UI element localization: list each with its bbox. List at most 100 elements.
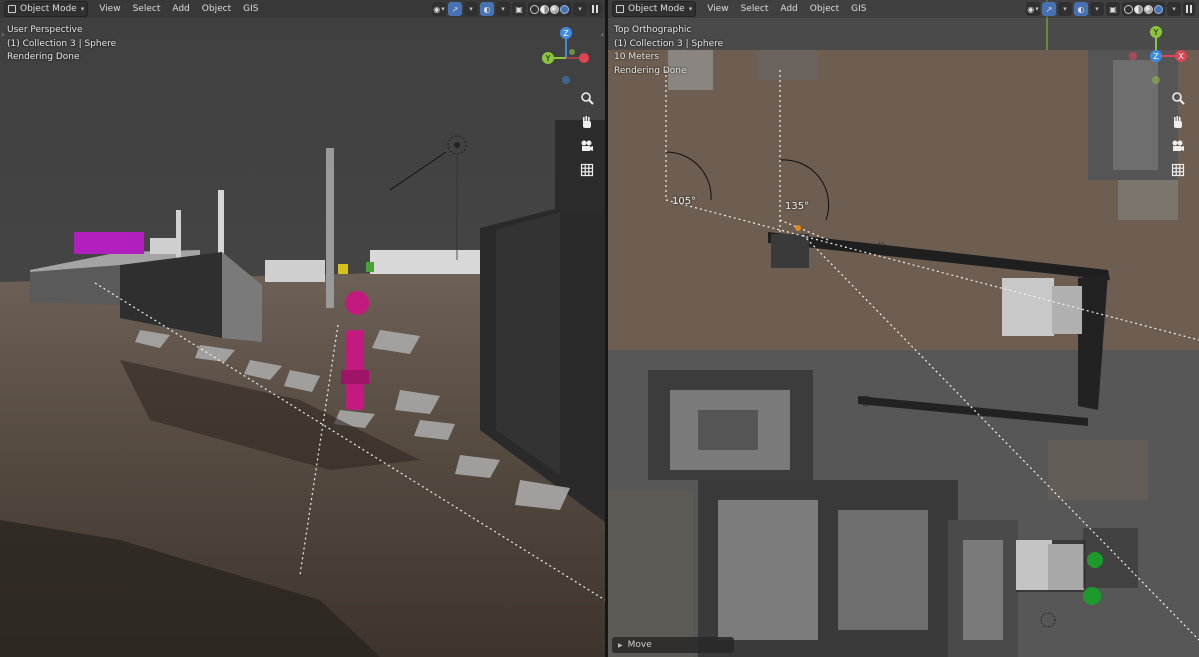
camera-view-button[interactable] [1170,138,1186,154]
ortho-toggle-button[interactable] [1170,162,1186,178]
mode-dropdown[interactable]: Object Mode ▾ [612,1,697,17]
view-object-types-button[interactable]: ◉ ▾ [1026,2,1040,16]
pan-button[interactable] [1170,114,1186,130]
menu-select[interactable]: Select [736,2,774,16]
active-collection: (1) Collection 3 | Sphere [614,38,724,49]
zoom-button[interactable] [579,90,595,106]
view-object-types-icon: ◉ [1027,4,1035,14]
pause-render-button[interactable] [589,2,601,16]
shading-material-icon[interactable] [1144,4,1153,14]
shading-wireframe-icon[interactable] [1124,4,1133,14]
disclosure-triangle-icon[interactable]: ▶ [618,642,623,649]
chevron-down-icon: ▾ [469,5,473,13]
viewport-info-overlay: User Perspective (1) Collection 3 | Sphe… [7,24,116,65]
xray-toggle-button[interactable]: ▣ [1106,2,1120,16]
shading-rendered-icon[interactable] [1154,4,1163,14]
grid-icon [580,163,594,177]
chevron-down-icon: ▾ [1063,5,1067,13]
shading-solid-icon[interactable] [1134,4,1143,14]
viewport-header: Object Mode ▾ View Select Add Object GIS… [608,0,1199,18]
shading-wireframe-icon[interactable] [530,4,539,14]
camera-icon [581,140,593,151]
chevron-down-icon: ▾ [1172,5,1176,13]
menu-object[interactable]: Object [805,2,844,16]
viewport-header: Object Mode ▾ View Select Add Object GIS… [0,0,605,18]
viewport-top-ortho[interactable]: Object Mode ▾ View Select Add Object GIS… [608,0,1199,657]
overlay-icon: ◐ [483,4,491,14]
menu-view[interactable]: View [702,2,733,16]
render-status: Rendering Done [614,65,687,76]
ortho-toggle-button[interactable] [579,162,595,178]
menu-gis[interactable]: GIS [846,2,871,16]
pause-render-button[interactable] [1183,2,1195,16]
zoom-icon [581,92,594,105]
perspective-scene[interactable] [0,0,605,657]
header-tools: ◉ ▾ ↗ ▾ ◐ ▾ ▣ ▾ [1026,2,1195,16]
pan-button[interactable] [579,114,595,130]
sidebar-expand-icon[interactable]: ‹ [601,30,604,39]
angle-label-1: 105° [672,196,697,207]
chevron-down-icon: ▾ [1095,5,1099,13]
mode-label: Object Mode [20,4,77,14]
menu-gis[interactable]: GIS [238,2,263,16]
zoom-icon [1172,92,1185,105]
object-mode-icon [616,5,624,13]
shading-material-icon[interactable] [550,4,559,14]
overlay-icon: ◐ [1077,4,1085,14]
overlay-toggle-button[interactable]: ◐ [1074,2,1088,16]
chevron-down-icon: ▾ [501,5,505,13]
gizmo-options-button[interactable]: ▾ [464,2,478,16]
menu-object[interactable]: Object [197,2,236,16]
hand-pan-icon [1174,116,1182,128]
menu-view[interactable]: View [94,2,125,16]
navigation-gizmo[interactable]: Z Y [536,24,600,88]
axis-z-label: Z [1153,52,1159,61]
toolbar-expand-icon[interactable]: › [1,30,4,39]
shading-rendered-icon[interactable] [560,4,569,14]
shading-mode-group [1122,2,1165,16]
grid-icon [1171,163,1185,177]
menu-select[interactable]: Select [128,2,166,16]
axis-y-label: Y [545,54,551,63]
shading-mode-group [528,2,571,16]
header-tools: ◉ ▾ ↗ ▾ ◐ ▾ ▣ ▾ [432,2,601,16]
menu-add[interactable]: Add [167,2,194,16]
gizmo-toggle-button[interactable]: ↗ [448,2,462,16]
navigation-gizmo[interactable]: Y Z X [1128,24,1196,88]
gizmo-icon: ↗ [451,4,459,14]
xray-icon: ▣ [1109,4,1117,14]
last-operator-panel[interactable]: ▶ Move [612,637,734,653]
axis-x-label: X [1178,52,1184,61]
shading-options-button[interactable]: ▾ [573,2,587,16]
angle-label-2: 135° [785,201,810,212]
axis-x-neg-handle[interactable] [579,53,589,63]
gizmo-icon: ↗ [1045,4,1053,14]
chevron-down-icon: ▾ [80,5,85,13]
camera-view-button[interactable] [579,138,595,154]
mode-label: Object Mode [628,4,685,14]
chevron-down-icon: ▾ [688,5,693,13]
shading-solid-icon[interactable] [540,4,549,14]
xray-toggle-button[interactable]: ▣ [512,2,526,16]
overlay-options-button[interactable]: ▾ [1090,2,1104,16]
hand-pan-icon [583,116,591,128]
view-object-types-button[interactable]: ◉ ▾ [432,2,446,16]
grid-scale: 10 Meters [614,52,660,62]
mode-dropdown[interactable]: Object Mode ▾ [4,1,89,17]
xray-icon: ▣ [515,4,523,14]
menu-add[interactable]: Add [775,2,802,16]
gizmo-toggle-button[interactable]: ↗ [1042,2,1056,16]
zoom-button[interactable] [1170,90,1186,106]
axis-y-label: Y [1153,28,1159,37]
overlay-toggle-button[interactable]: ◐ [480,2,494,16]
viewport-info-overlay: Top Orthographic (1) Collection 3 | Sphe… [614,24,723,78]
shading-options-button[interactable]: ▾ [1167,2,1181,16]
last-operator-label: Move [627,640,652,650]
view-name: Top Orthographic [614,25,692,35]
object-mode-icon [8,5,16,13]
top-ortho-scene[interactable] [608,0,1199,657]
view-object-types-icon: ◉ [433,4,441,14]
overlay-options-button[interactable]: ▾ [496,2,510,16]
gizmo-options-button[interactable]: ▾ [1058,2,1072,16]
viewport-perspective[interactable]: Object Mode ▾ View Select Add Object GIS… [0,0,605,657]
